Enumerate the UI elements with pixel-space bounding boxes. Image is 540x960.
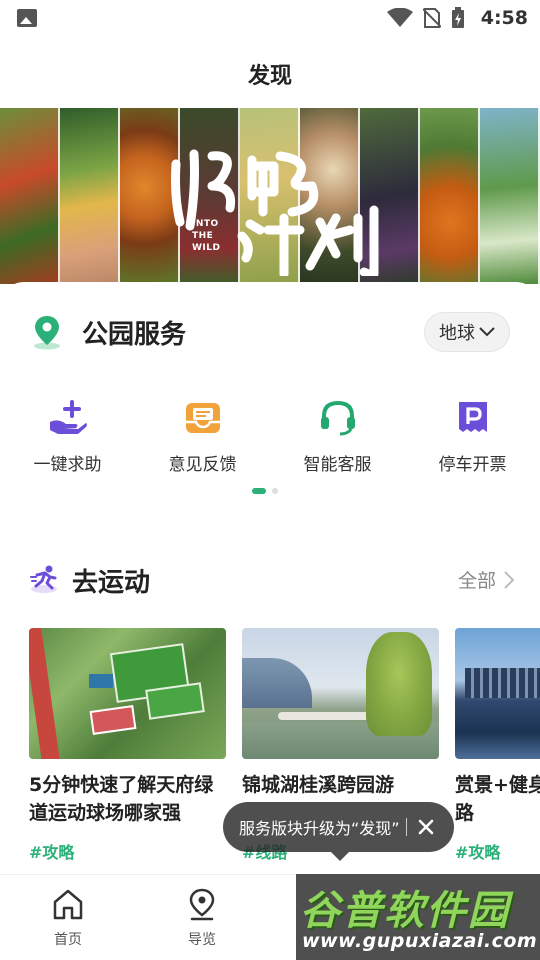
banner-photo-strip: [60, 108, 120, 284]
page-title: 发现: [247, 64, 292, 89]
no-sim-icon: [422, 8, 441, 28]
article-title: 5分钟快速了解天府绿道运动球场哪家强: [29, 774, 214, 824]
sports-section-title: 去运动: [72, 568, 151, 598]
clock-time: 4:58: [480, 7, 528, 29]
service-label: 智能客服: [303, 455, 372, 475]
watermark-url: www.gupuxiazai.com: [302, 930, 538, 952]
article-thumbnail: [455, 628, 540, 759]
article-tag[interactable]: #攻略: [455, 839, 540, 863]
park-services-card: 公园服务 地球 一键求助 意见反馈 智能客服 停车开票: [0, 282, 540, 522]
article-card[interactable]: 5分钟快速了解天府绿道运动球场哪家强 #攻略: [29, 628, 226, 863]
service-emergency-help[interactable]: 一键求助: [0, 400, 135, 475]
chevron-right-icon: [504, 570, 514, 589]
watermark-overlay: 谷普软件园 www.gupuxiazai.com: [296, 874, 540, 960]
service-feedback[interactable]: 意见反馈: [135, 400, 270, 475]
chevron-down-icon: [479, 327, 495, 337]
toast-message: 服务版块升级为“发现”: [239, 819, 400, 838]
map-pin-icon: [189, 888, 215, 921]
view-all-label: 全部: [457, 570, 496, 592]
service-smart-support[interactable]: 智能客服: [270, 400, 405, 475]
nav-home[interactable]: 首页: [28, 887, 108, 949]
location-pin-icon: [34, 316, 60, 350]
banner-photo-strip: [480, 108, 540, 284]
discover-page: 4:58 发现 INTO THE WILD 公园服务 地球 一键求助 意见反馈 …: [0, 0, 540, 960]
nav-guide[interactable]: 导览: [162, 887, 242, 949]
banner-photo-strip: [0, 108, 60, 284]
upgrade-toast: 服务版块升级为“发现”: [223, 802, 454, 852]
toast-pointer: [331, 852, 349, 861]
article-thumbnail: [242, 628, 439, 759]
page-dot-active: [252, 488, 266, 494]
close-icon[interactable]: [417, 818, 435, 836]
running-person-icon: [30, 565, 57, 593]
article-title: 赏景+健身湖最热线路: [455, 774, 540, 824]
headset-icon: [320, 400, 355, 436]
article-thumbnail: [29, 628, 226, 759]
gallery-notification-icon: [17, 9, 37, 27]
region-label: 地球: [439, 323, 475, 344]
service-label: 意见反馈: [168, 455, 237, 475]
banner-photo-strip: [420, 108, 480, 284]
service-parking-invoice[interactable]: 停车开票: [405, 400, 540, 475]
status-bar: 4:58: [0, 0, 540, 36]
nav-label: 首页: [54, 932, 82, 948]
service-label: 停车开票: [438, 455, 507, 475]
wifi-icon: [386, 8, 413, 27]
hero-banner[interactable]: INTO THE WILD: [0, 108, 540, 284]
service-label: 一键求助: [33, 455, 102, 475]
view-all-link[interactable]: 全部: [458, 566, 514, 593]
article-tag[interactable]: #攻略: [29, 839, 226, 863]
feedback-inbox-icon: [185, 403, 220, 433]
services-title: 公园服务: [82, 320, 187, 350]
toast-divider: [405, 818, 407, 836]
home-icon: [53, 889, 83, 920]
parking-ticket-icon: [458, 402, 487, 432]
nav-label: 导览: [188, 932, 216, 948]
page-dot: [272, 488, 278, 494]
services-page-indicator: [252, 488, 278, 494]
services-grid: 一键求助 意见反馈 智能客服 停车开票: [0, 400, 540, 475]
banner-into-the-wild-text: INTO THE WILD: [192, 219, 221, 253]
hand-plus-icon: [49, 400, 87, 434]
battery-charging-icon: [451, 7, 464, 28]
region-selector-button[interactable]: 地球: [424, 312, 510, 352]
article-card[interactable]: 赏景+健身湖最热线路 #攻略: [455, 628, 540, 863]
watermark-brand: 谷普软件园: [300, 888, 510, 934]
